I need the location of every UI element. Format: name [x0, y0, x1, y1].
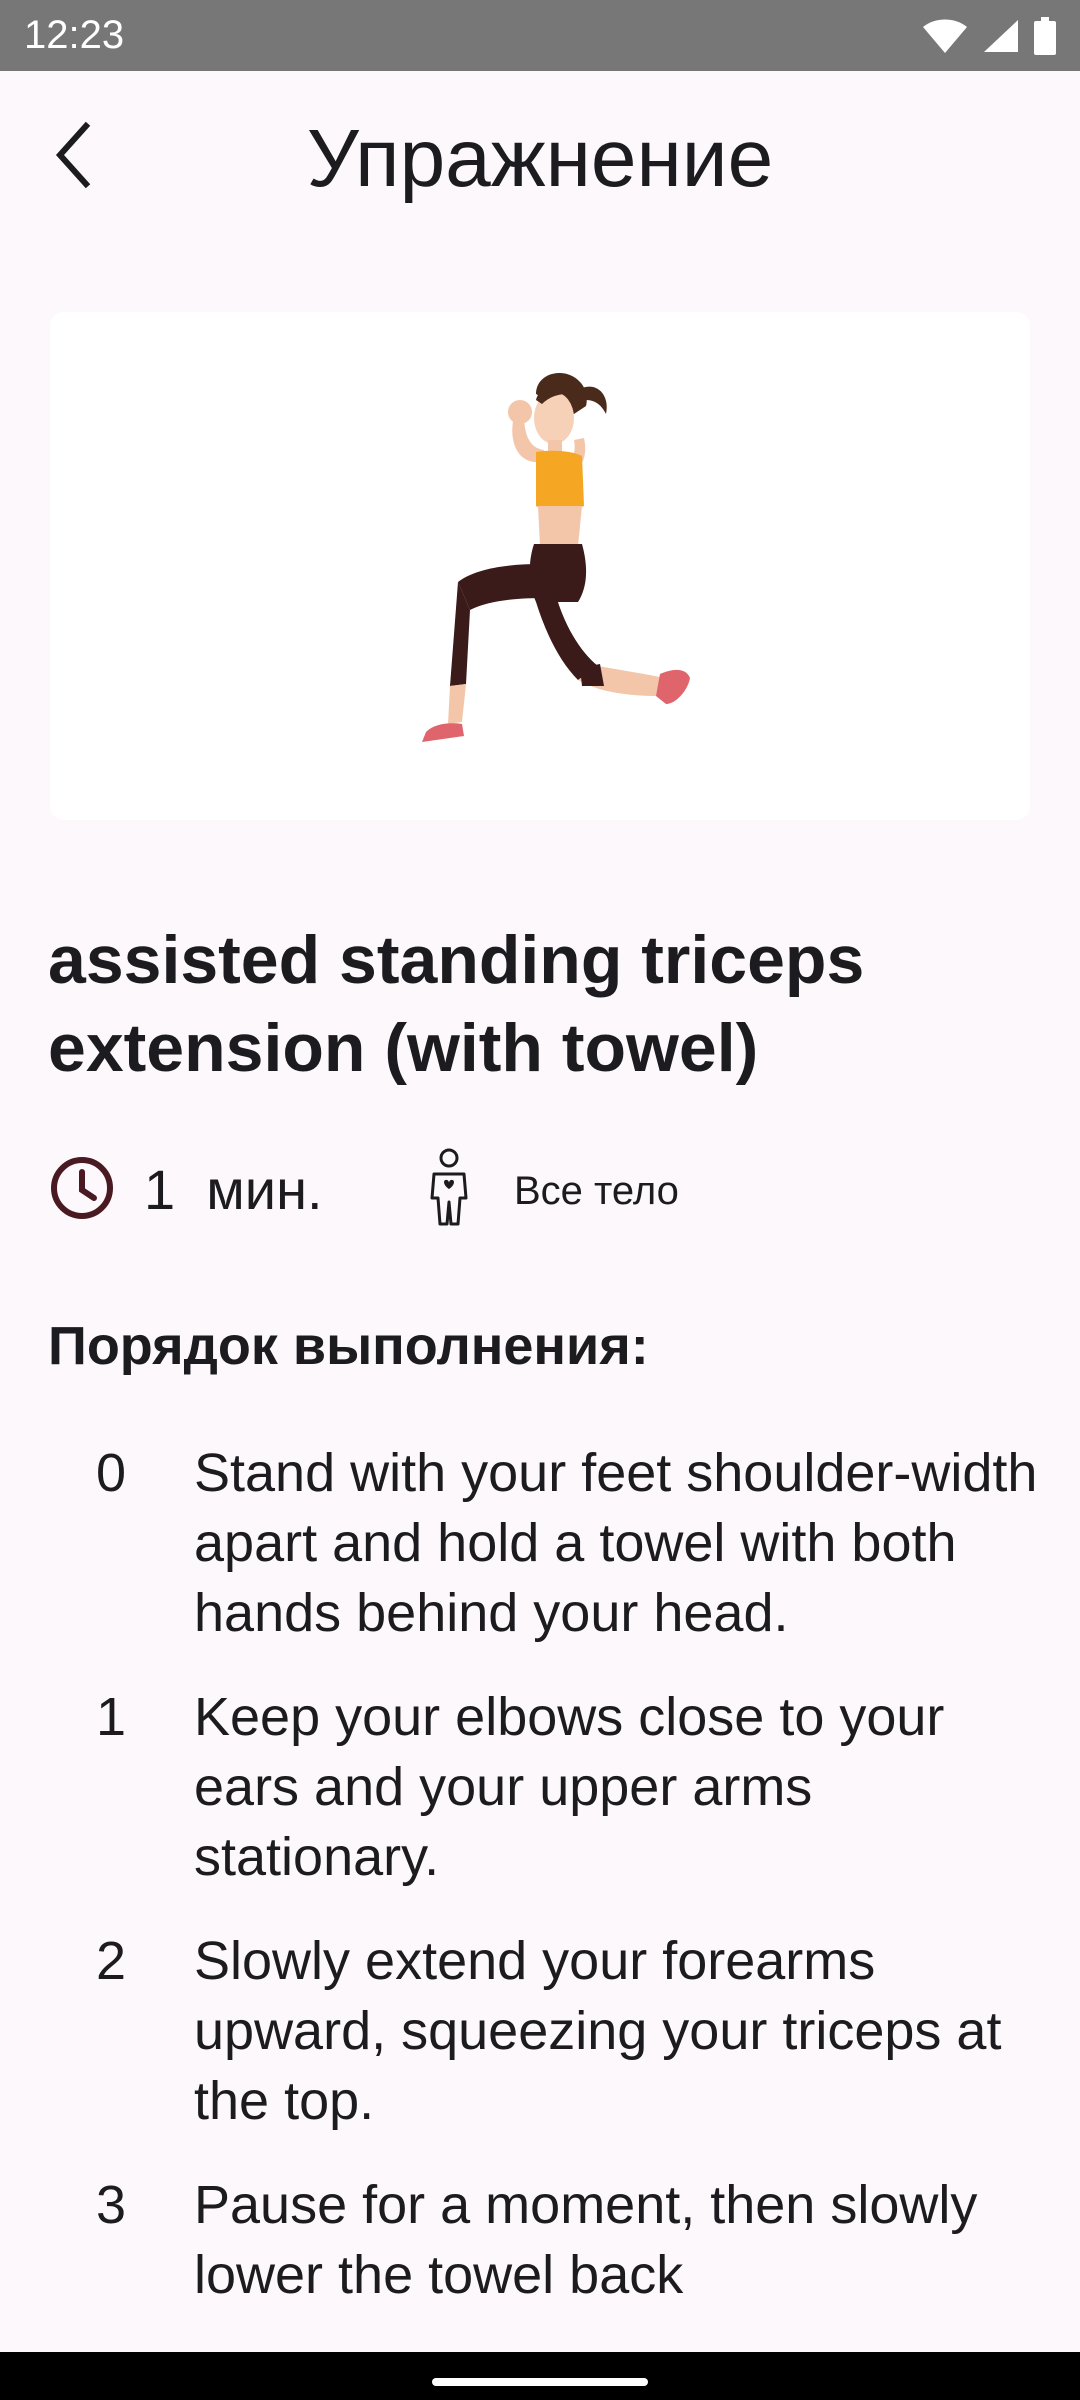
clock-icon [51, 1157, 113, 1219]
status-time: 12:23 [24, 13, 125, 57]
status-bar: 12:23 [0, 0, 1080, 71]
exercise-meta: 1 мин. Все тело [48, 1148, 1028, 1228]
home-indicator[interactable] [432, 2378, 648, 2386]
target-muscle: Все тело [514, 1169, 679, 1213]
wifi-icon [923, 19, 967, 53]
body-icon [430, 1148, 468, 1226]
instructions-list: 0 Stand with your feet shoulder-width ap… [0, 1438, 1080, 2344]
navigation-bar [0, 2352, 1080, 2400]
instruction-step: 1 Keep your elbows close to your ears an… [0, 1682, 1080, 1892]
duration-value: 1 [144, 1158, 176, 1221]
step-number: 0 [96, 1443, 127, 1503]
status-icons [922, 14, 1056, 58]
page-title: Упражнение [306, 113, 774, 204]
top-app-bar: Упражнение [0, 71, 1080, 247]
exercise-duration: 1 мин. [144, 1160, 323, 1220]
exercise-image-card [50, 312, 1030, 820]
instruction-step: 2 Slowly extend your forearms upward, sq… [0, 1926, 1080, 2136]
exercise-illustration [422, 372, 690, 742]
instructions-heading: Порядок выполнения: [48, 1316, 649, 1376]
signal-icon [984, 20, 1018, 52]
exercise-name: assisted standing triceps extension (wit… [48, 922, 865, 1086]
step-text: Slowly extend your forearms upward, sque… [194, 1931, 1002, 2131]
step-text: Keep your elbows close to your ears and … [194, 1687, 945, 1887]
step-text: Stand with your feet shoulder-width apar… [194, 1443, 1038, 1643]
duration-unit: мин. [206, 1158, 323, 1221]
step-number: 1 [96, 1687, 127, 1747]
instruction-step: 0 Stand with your feet shoulder-width ap… [0, 1438, 1080, 1648]
step-number: 2 [96, 1931, 127, 1991]
step-text: Pause for a moment, then slowly lower th… [194, 2175, 978, 2305]
step-number: 3 [96, 2175, 127, 2235]
battery-icon [1034, 17, 1056, 55]
instruction-step: 3 Pause for a moment, then slowly lower … [0, 2170, 1080, 2310]
